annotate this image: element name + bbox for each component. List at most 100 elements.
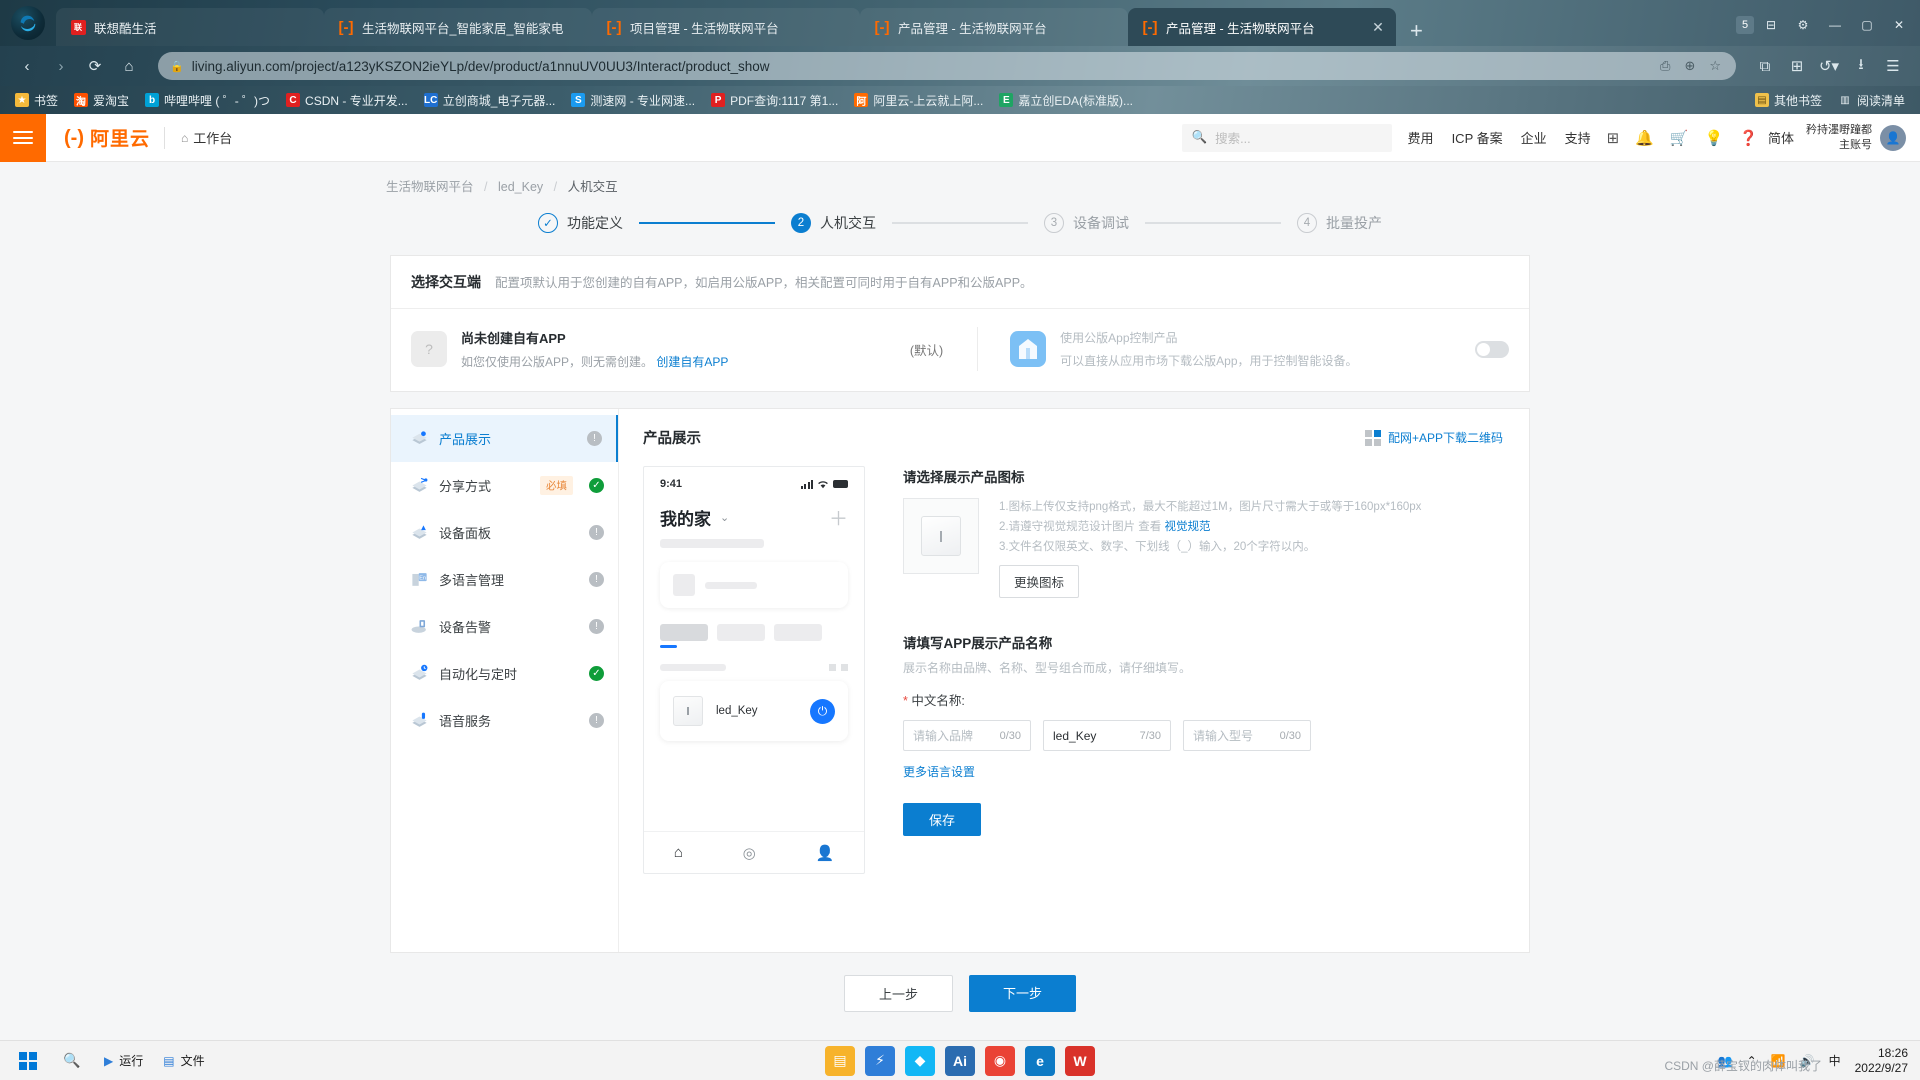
bookmark-item[interactable]: ★书签 — [8, 90, 65, 111]
bookmark-item[interactable]: PPDF查询:1117 第1... — [704, 90, 845, 111]
wps-icon[interactable]: W — [1065, 1046, 1095, 1076]
sidebar-item-device-panel[interactable]: 设备面板 ! — [391, 509, 618, 556]
bookmark-item[interactable]: 阿阿里云-上云就上阿... — [847, 90, 990, 111]
collections-icon[interactable]: ⊞ — [1782, 51, 1812, 81]
brand-input[interactable]: 请输入品牌 0/30 — [903, 720, 1031, 751]
tim-icon[interactable]: ◆ — [905, 1046, 935, 1076]
tab-list[interactable]: 联 联想酷生活 [-] 生活物联网平台_智能家居_智能家电 [-] 项目管理 -… — [56, 0, 1736, 46]
change-icon-button[interactable]: 更换图标 — [999, 565, 1079, 598]
help-icon[interactable]: ❓ — [1739, 129, 1758, 147]
chrome-icon[interactable]: ◉ — [985, 1046, 1015, 1076]
bookmark-item[interactable]: LC立创商城_电子元器... — [417, 90, 563, 111]
bookmark-item[interactable]: CCSDN - 专业开发... — [279, 90, 415, 111]
bookmark-item[interactable]: E嘉立创EDA(标准版)... — [992, 90, 1140, 111]
home-icon[interactable]: ⌂ — [674, 844, 683, 861]
reload-icon[interactable]: ⟳ — [80, 51, 110, 81]
new-tab-button[interactable]: + — [1396, 20, 1437, 46]
other-bookmarks-folder[interactable]: ▤其他书签 — [1748, 90, 1829, 111]
visual-spec-link[interactable]: 视觉规范 — [1164, 521, 1210, 533]
next-step-button[interactable]: 下一步 — [969, 975, 1076, 1012]
step-item-2[interactable]: 2 人机交互 — [791, 213, 876, 233]
power-icon[interactable]: ⏻ — [810, 699, 835, 724]
prev-step-button[interactable]: 上一步 — [844, 975, 953, 1012]
browser-tab-active[interactable]: [-] 产品管理 - 生活物联网平台 ✕ — [1128, 8, 1396, 46]
more-icon[interactable]: ☰ — [1878, 51, 1908, 81]
phone-room-tab[interactable] — [774, 624, 822, 641]
ai-icon[interactable]: Ai — [945, 1046, 975, 1076]
phone-room-tab[interactable] — [660, 624, 708, 641]
phone-home-title-group[interactable]: 我的家 ⌄ — [660, 505, 729, 530]
reading-list-button[interactable]: ▥阅读清单 — [1831, 90, 1912, 111]
ime-icon[interactable]: 中 — [1829, 1052, 1841, 1069]
nav-item-support[interactable]: 支持 — [1565, 128, 1591, 147]
tab-count-badge[interactable]: 5 — [1736, 16, 1754, 34]
taskbar-clock[interactable]: 18:26 2022/9/27 — [1855, 1046, 1908, 1076]
aliyun-logo[interactable]: (-) 阿里云 — [46, 124, 164, 151]
taskbar-item-files[interactable]: ▤ 文件 — [155, 1044, 212, 1078]
step-item-3[interactable]: 3 设备调试 — [1044, 213, 1129, 233]
bookmark-item[interactable]: 淘爱淘宝 — [67, 90, 136, 111]
own-app-option[interactable]: ? 尚未创建自有APP 如您仅使用公版APP，则无需创建。 创建自有APP — [411, 328, 910, 370]
public-app-toggle[interactable] — [1475, 341, 1509, 358]
thunder-icon[interactable]: ⚡ — [865, 1046, 895, 1076]
sidebar-item-product-show[interactable]: 产品展示 ! — [391, 415, 618, 462]
windows-icon[interactable] — [8, 1044, 48, 1078]
user-menu[interactable]: 矜持濹嘢蹱都 主账号 👤 — [1806, 123, 1920, 153]
breadcrumb-item-product[interactable]: led_Key — [498, 180, 543, 194]
scene-icon[interactable]: ◎ — [743, 844, 756, 862]
qr-download-link[interactable]: 配网+APP下载二维码 — [1365, 429, 1503, 446]
bulb-icon[interactable]: 💡 — [1705, 129, 1724, 147]
cart-icon[interactable]: 🛒 — [1670, 129, 1689, 147]
search-icon[interactable]: 🔍 — [52, 1044, 92, 1078]
back-icon[interactable]: ‹ — [12, 51, 42, 81]
star-icon[interactable]: ☆ — [1706, 58, 1724, 74]
more-language-link[interactable]: 更多语言设置 — [903, 763, 975, 780]
workbench-link[interactable]: ⌂ 工作台 — [165, 128, 248, 147]
step-item-1[interactable]: ✓ 功能定义 — [538, 213, 623, 233]
profile-icon[interactable]: 👤 — [815, 844, 834, 862]
avatar[interactable]: 👤 — [1880, 125, 1906, 151]
sidebar-item-language[interactable]: En 多语言管理 ! — [391, 556, 618, 603]
bookmark-item[interactable]: b哔哩哔哩 ( ゜- ゜)つ — [138, 90, 277, 111]
public-app-option[interactable]: 使用公版App控制产品 可以直接从应用市场下载公版App，用于控制智能设备。 — [978, 329, 1509, 369]
model-input[interactable]: 请输入型号 0/30 — [1183, 720, 1311, 751]
search-input[interactable]: 🔍 搜索... — [1182, 124, 1392, 152]
cast-icon[interactable]: ⎙ — [1657, 58, 1673, 74]
sidebar-item-alarm[interactable]: 设备告警 ! — [391, 603, 618, 650]
nav-item-fees[interactable]: 费用 — [1408, 128, 1434, 147]
browser-tab[interactable]: [-] 项目管理 - 生活物联网平台 — [592, 8, 860, 46]
taskbar-item-run[interactable]: ▶ 运行 — [96, 1044, 151, 1078]
forward-icon[interactable]: › — [46, 51, 76, 81]
breadcrumb-item-platform[interactable]: 生活物联网平台 — [386, 180, 474, 194]
bookmark-item[interactable]: S测速网 - 专业网速... — [564, 90, 702, 111]
hamburger-icon[interactable] — [0, 114, 46, 162]
window-close-button[interactable]: ✕ — [1884, 12, 1914, 38]
zoom-icon[interactable]: ⊕ — [1681, 58, 1698, 74]
browser-tab[interactable]: 联 联想酷生活 — [56, 8, 324, 46]
language-selector[interactable]: 简体 — [1768, 128, 1806, 147]
sidebar-item-automation[interactable]: 自动化与定时 ✓ — [391, 650, 618, 697]
apps-icon[interactable]: ⊞ — [1607, 129, 1620, 147]
add-icon[interactable]: ＋ — [829, 504, 848, 531]
edge-icon[interactable]: e — [1025, 1046, 1055, 1076]
split-screen-icon[interactable]: ⊟ — [1756, 12, 1786, 38]
sidebar-item-voice[interactable]: 语音服务 ! — [391, 697, 618, 744]
bell-icon[interactable]: 🔔 — [1635, 129, 1654, 147]
product-name-input[interactable]: led_Key 7/30 — [1043, 720, 1171, 751]
step-item-4[interactable]: 4 批量投产 — [1297, 213, 1382, 233]
product-icon-preview[interactable] — [903, 498, 979, 574]
address-bar[interactable]: 🔒 living.aliyun.com/project/a123yKSZON2i… — [158, 52, 1736, 80]
phone-room-tab[interactable] — [717, 624, 765, 641]
maximize-button[interactable]: ▢ — [1852, 12, 1882, 38]
explorer-icon[interactable]: ▤ — [825, 1046, 855, 1076]
save-button[interactable]: 保存 — [903, 803, 981, 836]
downloads-icon[interactable]: ⭳ — [1846, 51, 1876, 81]
create-own-app-link[interactable]: 创建自有APP — [656, 355, 728, 369]
sidebar-item-share[interactable]: 分享方式 必填 ✓ — [391, 462, 618, 509]
close-icon[interactable]: ✕ — [1370, 19, 1386, 36]
extensions-icon[interactable]: ⧉ — [1750, 51, 1780, 81]
browser-tab[interactable]: [-] 产品管理 - 生活物联网平台 — [860, 8, 1128, 46]
browser-tab[interactable]: [-] 生活物联网平台_智能家居_智能家电 — [324, 8, 592, 46]
nav-item-enterprise[interactable]: 企业 — [1521, 128, 1547, 147]
nav-item-icp[interactable]: ICP 备案 — [1452, 128, 1503, 147]
